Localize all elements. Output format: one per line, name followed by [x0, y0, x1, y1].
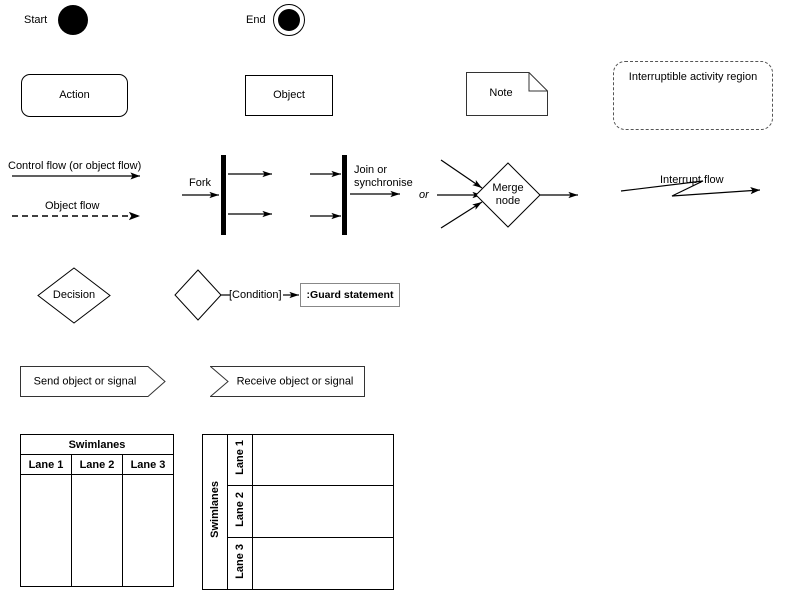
- swimlanes-vertical-header: Swimlanes: [20, 434, 174, 455]
- swimlanes-vertical-table: Swimlanes Lane 1 Lane 2 Lane 3: [20, 434, 174, 587]
- condition-decision-shape: [174, 269, 222, 321]
- swimlane-vertical-cell-2: [71, 474, 123, 587]
- swimlane-horizontal-lane-1-label: Lane 1: [234, 440, 246, 475]
- uml-activity-notation-canvas: Start End Action Object Note Interruptib…: [0, 0, 796, 591]
- merge-node-label-line2: node: [495, 195, 521, 207]
- swimlanes-horizontal: Swimlanes Lane 1 Lane 2 Lane 3: [202, 434, 394, 590]
- swimlane-vertical-lane-2: Lane 2: [71, 454, 123, 475]
- object-flow-label: Object flow: [45, 200, 100, 212]
- swimlane-horizontal-lane-3-label: Lane 3: [234, 543, 246, 579]
- note-label: Note: [489, 87, 513, 99]
- condition-label: [Condition]: [229, 289, 282, 301]
- swimlane-vertical-lane-1: Lane 1: [20, 454, 72, 475]
- table-row: Lane 3: [203, 537, 394, 590]
- merge-node-shape: Merge node: [475, 162, 541, 228]
- end-label: End: [246, 14, 266, 26]
- swimlane-vertical-lane-3: Lane 3: [122, 454, 174, 475]
- swimlanes-vertical: Swimlanes Lane 1 Lane 2 Lane 3: [20, 434, 174, 587]
- note-shape: Note: [466, 72, 548, 116]
- interrupt-flow-label: Interrupt flow: [660, 174, 724, 186]
- receive-signal-label: Receive object or signal: [236, 375, 354, 387]
- decision-label: Decision: [52, 289, 96, 301]
- fork-label: Fork: [189, 177, 211, 189]
- interruptible-activity-region-label: Interruptible activity region: [628, 71, 758, 83]
- swimlane-vertical-cell-1: [20, 474, 72, 587]
- guard-statement-label: :Guard statement: [306, 288, 394, 301]
- swimlane-horizontal-cell-2: [252, 485, 394, 538]
- swimlane-horizontal-lane-2: Lane 2: [227, 485, 253, 538]
- start-node-icon: [58, 5, 88, 35]
- end-node-inner-fill: [278, 9, 300, 31]
- swimlane-horizontal-lane-3: Lane 3: [227, 537, 253, 590]
- merge-node-label-line1: Merge: [492, 182, 524, 194]
- swimlane-horizontal-lane-2-label: Lane 2: [234, 491, 246, 527]
- swimlane-horizontal-cell-3: [252, 537, 394, 590]
- decision-shape: Decision: [37, 267, 111, 324]
- swimlane-vertical-cell-3: [122, 474, 174, 587]
- swimlanes-horizontal-header: Swimlanes: [202, 434, 228, 590]
- table-row: Lane 2: [203, 485, 394, 538]
- guard-statement-shape: :Guard statement: [300, 283, 400, 307]
- table-row: [20, 474, 174, 587]
- end-node-icon: [273, 4, 305, 36]
- join-bar-icon: [342, 155, 347, 235]
- action-shape: Action: [21, 74, 128, 117]
- join-label-line1: Join or: [354, 164, 388, 176]
- action-label: Action: [59, 89, 90, 101]
- object-shape: Object: [245, 75, 333, 116]
- interruptible-activity-region-shape: Interruptible activity region: [613, 61, 773, 130]
- fork-bar-icon: [221, 155, 226, 235]
- table-row: Swimlanes Lane 1: [202, 434, 394, 590]
- start-label: Start: [24, 14, 48, 26]
- control-flow-label: Control flow (or object flow): [8, 160, 142, 172]
- swimlanes-horizontal-header-label: Swimlanes: [209, 481, 221, 538]
- or-label: or: [419, 189, 429, 201]
- table-row: Swimlanes: [20, 434, 174, 455]
- receive-signal-shape: Receive object or signal: [210, 366, 365, 397]
- swimlanes-horizontal-table: Swimlanes Lane 1 Lane 2 Lane 3: [202, 434, 394, 590]
- swimlane-horizontal-lane-1: Lane 1: [227, 434, 253, 486]
- table-row: Lane 1 Lane 2 Lane 3: [20, 454, 174, 475]
- object-label: Object: [273, 89, 305, 101]
- send-signal-label: Send object or signal: [33, 375, 137, 387]
- swimlane-horizontal-cell-1: [252, 434, 394, 486]
- join-label-line2: synchronise: [354, 177, 413, 189]
- send-signal-shape: Send object or signal: [20, 366, 166, 397]
